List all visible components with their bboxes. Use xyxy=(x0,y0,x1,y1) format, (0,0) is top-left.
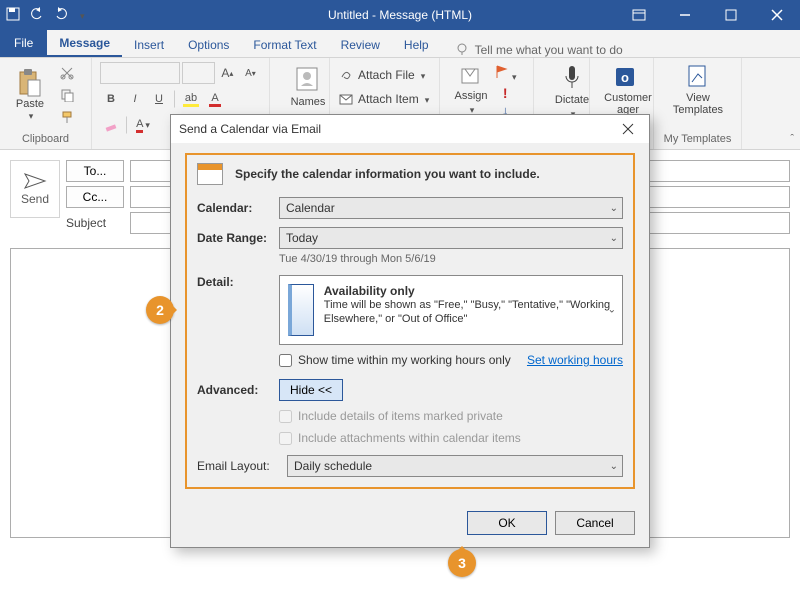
bold-button[interactable]: B xyxy=(100,88,122,110)
close-icon[interactable] xyxy=(754,0,800,30)
paperclip-icon xyxy=(338,67,354,83)
italic-button[interactable]: I xyxy=(124,88,146,110)
tab-review[interactable]: Review xyxy=(329,32,392,57)
outlook-icon: o xyxy=(614,64,642,90)
detail-combo[interactable]: Availability only Time will be shown as … xyxy=(279,275,623,345)
high-importance-icon[interactable]: ! xyxy=(494,85,517,101)
callout-2: 2 xyxy=(146,296,174,324)
attach-file-button[interactable]: Attach File xyxy=(338,64,431,86)
include-attachments-checkbox xyxy=(279,432,292,445)
ok-button[interactable]: OK xyxy=(467,511,547,535)
clipboard-icon xyxy=(17,68,43,98)
detail-label: Detail: xyxy=(197,275,279,289)
tab-file[interactable]: File xyxy=(0,29,47,57)
svg-text:o: o xyxy=(621,70,629,85)
tab-options[interactable]: Options xyxy=(176,32,241,57)
microphone-icon xyxy=(560,64,584,92)
include-private-label: Include details of items marked private xyxy=(298,409,503,423)
subject-label: Subject xyxy=(66,216,124,230)
dialog-highlight-region: Specify the calendar information you wan… xyxy=(185,153,635,489)
working-hours-label: Show time within my working hours only xyxy=(298,353,511,367)
qat-dropdown-icon[interactable] xyxy=(78,8,85,22)
group-label-clipboard: Clipboard xyxy=(8,133,83,147)
attach-item-button[interactable]: Attach Item xyxy=(338,88,431,110)
redo-icon[interactable] xyxy=(54,7,68,24)
daterange-label: Date Range: xyxy=(197,231,279,245)
advanced-label: Advanced: xyxy=(197,383,279,397)
font-family-combo[interactable] xyxy=(100,62,180,84)
email-layout-combo[interactable]: Daily schedule⌄ xyxy=(287,455,623,477)
window-titlebar: Untitled - Message (HTML) xyxy=(0,0,800,30)
include-attachments-label: Include attachments within calendar item… xyxy=(298,431,521,445)
callout-3: 3 xyxy=(448,549,476,577)
availability-swatch-icon xyxy=(288,284,314,336)
email-layout-label: Email Layout: xyxy=(197,459,287,473)
attach-item-icon xyxy=(338,91,354,107)
daterange-note: Tue 4/30/19 through Mon 5/6/19 xyxy=(279,253,623,265)
highlight-color-icon[interactable]: ab xyxy=(180,88,202,110)
grow-font-icon[interactable]: A▴ xyxy=(217,62,238,84)
follow-up-flag-icon[interactable] xyxy=(494,64,517,83)
copy-icon[interactable] xyxy=(56,85,78,105)
send-button[interactable]: Send xyxy=(10,160,60,218)
assign-icon xyxy=(459,64,483,88)
maximize-icon[interactable] xyxy=(708,0,754,30)
hide-advanced-button[interactable]: Hide << xyxy=(279,379,343,401)
calendar-combo[interactable]: Calendar⌄ xyxy=(279,197,623,219)
dialog-title: Send a Calendar via Email xyxy=(179,122,321,136)
font-color-dropdown-icon[interactable]: A xyxy=(132,114,154,136)
address-book-icon xyxy=(293,64,323,94)
view-templates-button[interactable]: ViewTemplates xyxy=(662,62,734,128)
set-working-hours-link[interactable]: Set working hours xyxy=(527,353,623,367)
underline-button[interactable]: U xyxy=(148,88,170,110)
tab-help[interactable]: Help xyxy=(392,32,441,57)
working-hours-checkbox[interactable] xyxy=(279,354,292,367)
dialog-instruction: Specify the calendar information you wan… xyxy=(235,167,540,181)
font-size-combo[interactable] xyxy=(182,62,215,84)
format-painter-icon[interactable] xyxy=(56,107,78,127)
clear-formatting-icon[interactable] xyxy=(100,114,122,136)
calendar-icon xyxy=(197,163,223,185)
undo-icon[interactable] xyxy=(30,7,44,24)
group-label-mytemplates: My Templates xyxy=(662,133,733,147)
cc-button[interactable]: Cc... xyxy=(66,186,124,208)
send-calendar-dialog: Send a Calendar via Email Specify the ca… xyxy=(170,114,650,548)
cut-icon[interactable] xyxy=(56,63,78,83)
shrink-font-icon[interactable]: A▾ xyxy=(240,62,261,84)
detail-description: Time will be shown as "Free," "Busy," "T… xyxy=(324,298,614,326)
daterange-combo[interactable]: Today⌄ xyxy=(279,227,623,249)
paste-button[interactable]: Paste xyxy=(8,62,52,128)
tab-insert[interactable]: Insert xyxy=(122,32,176,57)
tell-me-search[interactable]: Tell me what you want to do xyxy=(441,43,623,57)
tab-format-text[interactable]: Format Text xyxy=(241,32,328,57)
cancel-button[interactable]: Cancel xyxy=(555,511,635,535)
lightbulb-icon xyxy=(455,43,469,57)
ribbon-tabs: File Message Insert Options Format Text … xyxy=(0,30,800,58)
minimize-icon[interactable] xyxy=(662,0,708,30)
tab-message[interactable]: Message xyxy=(47,30,122,57)
save-icon[interactable] xyxy=(6,7,20,24)
include-private-checkbox xyxy=(279,410,292,423)
calendar-label: Calendar: xyxy=(197,201,279,215)
template-icon xyxy=(685,64,711,90)
dialog-close-icon[interactable] xyxy=(615,118,641,140)
send-icon xyxy=(23,172,47,190)
to-button[interactable]: To... xyxy=(66,160,124,182)
detail-title: Availability only xyxy=(324,284,614,298)
collapse-ribbon-icon[interactable]: ˆ xyxy=(790,133,794,145)
ribbon-display-icon[interactable] xyxy=(616,0,662,30)
font-color-icon[interactable]: A xyxy=(204,88,226,110)
